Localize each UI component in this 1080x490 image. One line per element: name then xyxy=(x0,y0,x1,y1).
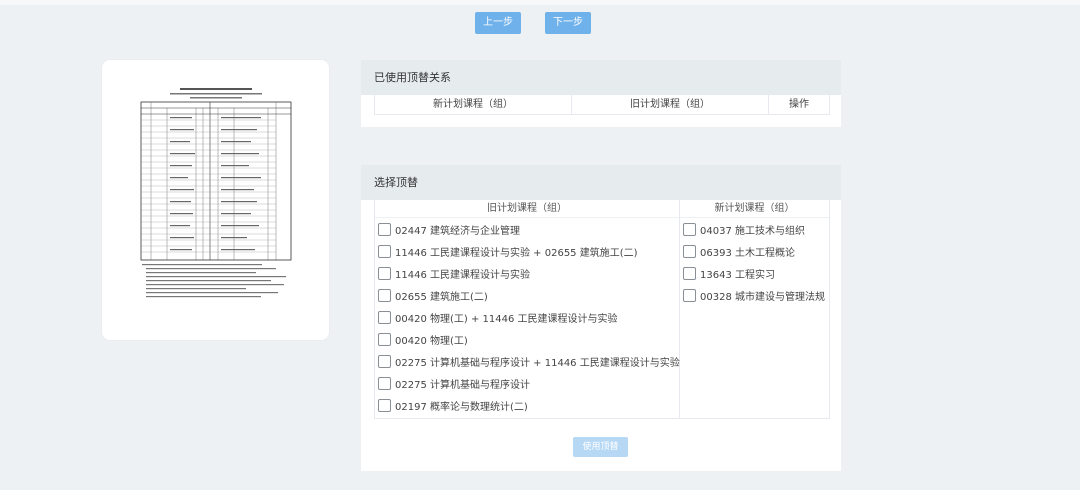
checkbox[interactable] xyxy=(378,354,391,368)
checkbox[interactable] xyxy=(378,288,391,302)
checkbox[interactable] xyxy=(378,398,391,412)
prev-step-button[interactable]: 上一步 xyxy=(475,12,521,34)
used-substitution-title: 已使用顶替关系 xyxy=(361,60,841,95)
column-header-new-plan: 新计划课程（组） xyxy=(375,95,572,114)
old-course-option[interactable]: 02275 计算机基础与程序设计 + 11446 工民建课程设计与实验 xyxy=(375,350,680,372)
document-preview-card xyxy=(102,60,329,340)
column-header-old-plan: 旧计划课程（组） xyxy=(572,95,769,114)
checkbox[interactable] xyxy=(378,244,391,258)
new-course-option[interactable]: 04037 施工技术与组织 xyxy=(680,218,829,240)
checkbox[interactable] xyxy=(683,244,696,258)
new-course-option[interactable]: 06393 土木工程概论 xyxy=(680,240,829,262)
old-course-option[interactable]: 11446 工民建课程设计与实验 xyxy=(375,262,679,284)
new-plan-column: 新计划课程（组） 04037 施工技术与组织 06393 土木工程概论 1364… xyxy=(680,200,829,418)
checkbox[interactable] xyxy=(683,222,696,236)
old-plan-header: 旧计划课程（组） xyxy=(375,200,679,218)
old-course-option[interactable]: 02275 计算机基础与程序设计 xyxy=(375,372,679,394)
checkbox[interactable] xyxy=(378,222,391,236)
checkbox[interactable] xyxy=(378,376,391,390)
apply-substitution-button[interactable]: 使用顶替 xyxy=(573,437,628,457)
new-plan-header: 新计划课程（组） xyxy=(680,200,829,218)
new-course-option[interactable]: 13643 工程实习 xyxy=(680,262,829,284)
checkbox[interactable] xyxy=(378,266,391,280)
top-bar xyxy=(0,0,1080,5)
used-substitution-panel: 已使用顶替关系 新计划课程（组） 旧计划课程（组） 操作 xyxy=(361,60,841,127)
new-course-option[interactable]: 00328 城市建设与管理法规 xyxy=(680,284,829,306)
column-header-action: 操作 xyxy=(789,99,809,110)
select-substitution-panel: 选择顶替 旧计划课程（组） 02447 建筑经济与企业管理 11446 工民建课… xyxy=(361,165,841,471)
checkbox[interactable] xyxy=(683,288,696,302)
old-plan-column: 旧计划课程（组） 02447 建筑经济与企业管理 11446 工民建课程设计与实… xyxy=(375,200,680,418)
select-substitution-title: 选择顶替 xyxy=(361,165,841,200)
next-step-button[interactable]: 下一步 xyxy=(545,12,591,34)
document-thumbnail[interactable] xyxy=(140,86,292,304)
old-course-option[interactable]: 02447 建筑经济与企业管理 xyxy=(375,218,679,240)
old-course-option[interactable]: 00420 物理(工) + 11446 工民建课程设计与实验 xyxy=(375,306,679,328)
checkbox[interactable] xyxy=(683,266,696,280)
old-course-option[interactable]: 00420 物理(工) xyxy=(375,328,679,350)
old-course-option[interactable]: 02197 概率论与数理统计(二) xyxy=(375,394,679,416)
document-scan-image xyxy=(140,86,292,304)
substitution-selection-grid: 旧计划课程（组） 02447 建筑经济与企业管理 11446 工民建课程设计与实… xyxy=(374,200,830,419)
old-course-option[interactable]: 11446 工民建课程设计与实验 + 02655 建筑施工(二) xyxy=(375,240,679,262)
checkbox[interactable] xyxy=(378,310,391,324)
used-substitution-table: 新计划课程（组） 旧计划课程（组） 操作 xyxy=(374,95,830,115)
old-course-option[interactable]: 02655 建筑施工(二) xyxy=(375,284,679,306)
checkbox[interactable] xyxy=(378,332,391,346)
